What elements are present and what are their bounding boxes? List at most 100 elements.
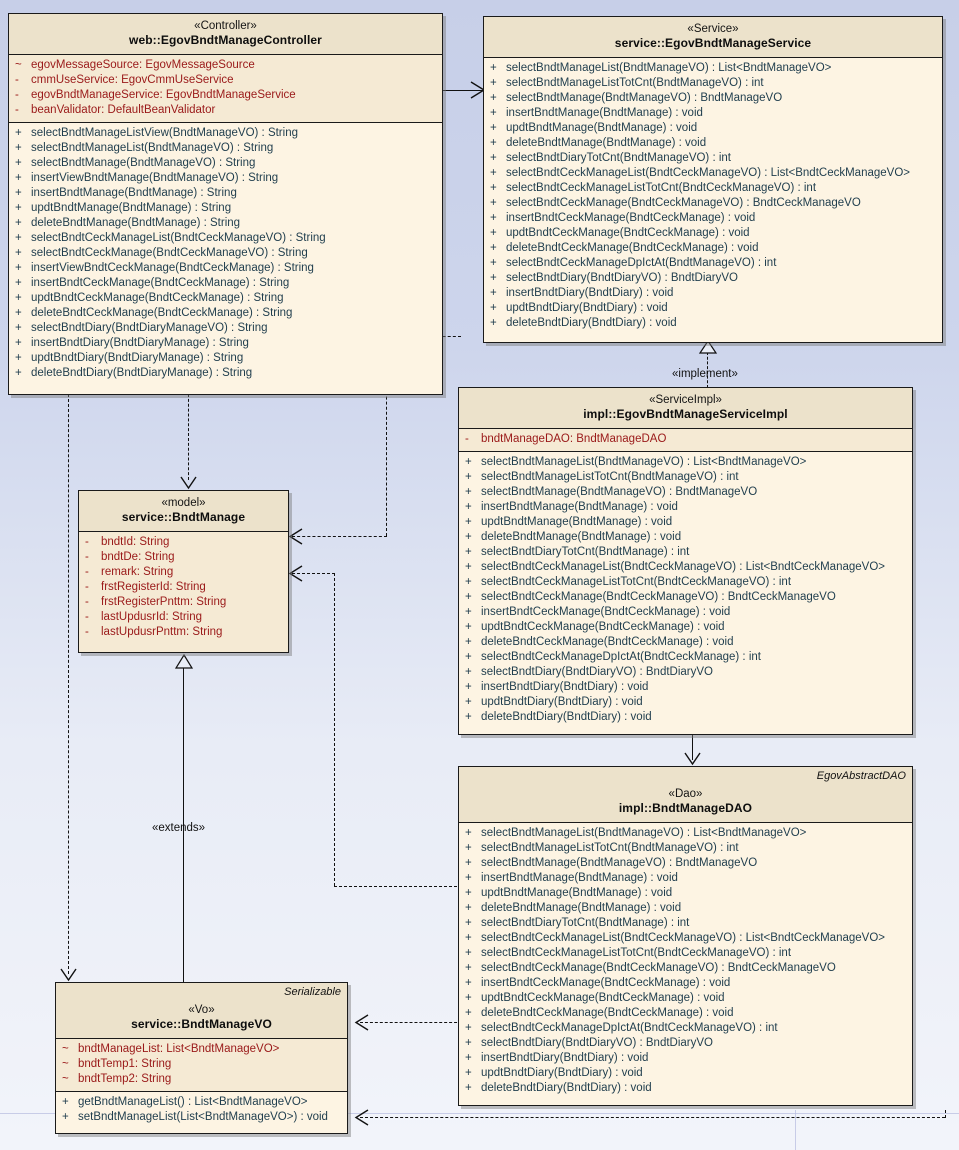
class-stereotype: «Service» [687,23,739,35]
member-visibility: + [490,152,497,164]
member-signature: updtBndtDiary(BndtDiaryManage) : String [31,352,244,364]
member-visibility: + [490,257,497,269]
member-signature: deleteBndtDiary(BndtDiary) : void [506,317,677,329]
class-operations-dao: + selectBndtManageList(BndtManageVO) : Li… [459,823,912,1100]
connector-dao-to-model-bottom [334,886,462,887]
member-visibility: + [15,217,22,229]
connector-impl-to-model-horizontal [292,536,387,537]
class-operation: + updtBndtDiary(BndtDiary) : void [484,301,942,316]
member-signature: updtBndtManage(BndtManage) : String [31,202,232,214]
class-operation: + deleteBndtCeckManage(BndtCeckManage) : … [484,241,942,256]
member-signature: selectBndtCeckManageList(BndtCeckManageV… [31,232,326,244]
member-signature: getBndtManageList() : List<BndtManageVO> [78,1096,308,1108]
member-signature: bndtManageDAO: BndtManageDAO [481,433,667,445]
class-operation: + selectBndtCeckManageList(BndtCeckManage… [9,231,442,246]
class-operation: + deleteBndtCeckManage(BndtCeckManage) : … [9,306,442,321]
class-operation: + deleteBndtDiary(BndtDiary) : void [459,1081,912,1096]
member-visibility: + [465,857,472,869]
class-operation: + deleteBndtCeckManage(BndtCeckManage) : … [459,1006,912,1021]
connector-dao-to-vo-lower-vertical [945,1110,946,1118]
member-signature: selectBndtDiary(BndtDiaryVO) : BndtDiary… [481,666,713,678]
member-signature: deleteBndtCeckManage(BndtCeckManage) : S… [31,307,293,319]
class-operation: + selectBndtCeckManageDpIctAt(BndtCeckMan… [459,1021,912,1036]
member-visibility: + [465,711,472,723]
arrowhead-controller-to-vo [60,968,77,982]
class-attribute: - egovBndtManageService: EgovBndtManageSe… [9,88,442,103]
member-signature: insertBndtCeckManage(BndtCeckManage) : v… [506,212,756,224]
member-signature: beanValidator: DefaultBeanValidator [31,104,216,116]
class-attribute: - remark: String [79,565,288,580]
member-signature: insertBndtManage(BndtManage) : void [481,501,678,513]
class-operation: + selectBndtCeckManageList(BndtCeckManage… [484,166,942,181]
member-signature: selectBndtManageListView(BndtManageVO) :… [31,127,298,139]
class-box-dao[interactable]: EgovAbstractDAO «Dao» impl::BndtManageDA… [458,766,913,1106]
class-operation: + updtBndtManage(BndtManage) : void [484,121,942,136]
class-operation: + selectBndtManageList(BndtManageVO) : Li… [459,826,912,841]
member-visibility: - [85,551,89,563]
class-corner-note-vo: Serializable [284,986,341,998]
class-operations-controller: + selectBndtManageListView(BndtManageVO) … [9,122,442,385]
member-visibility: - [85,626,89,638]
member-visibility: + [465,887,472,899]
class-box-model[interactable]: «model» service::BndtManage - bndtId: Str… [78,490,289,653]
class-attributes-service-impl: - bndtManageDAO: BndtManageDAO [459,429,912,451]
member-signature: selectBndtDiaryTotCnt(BndtManage) : int [481,546,690,558]
member-signature: updtBndtManage(BndtManage) : void [481,516,673,528]
class-box-service[interactable]: «Service» service::EgovBndtManageService… [483,16,943,343]
uml-diagram-canvas: «implement» «extends» «Controller» web::… [0,0,959,1150]
member-signature: selectBndtCeckManageListTotCnt(BndtCeckM… [481,947,792,959]
member-visibility: + [490,227,497,239]
class-operation: + selectBndtCeckManageDpIctAt(BndtCeckMan… [459,650,912,665]
member-visibility: + [465,501,472,513]
member-signature: deleteBndtManage(BndtManage) : void [481,531,682,543]
class-header-service-impl: «ServiceImpl» impl::EgovBndtManageServic… [459,388,912,429]
class-operation: + selectBndtCeckManageDpIctAt(BndtManageV… [484,256,942,271]
class-operation: + selectBndtCeckManage(BndtCeckManageVO) … [9,246,442,261]
member-signature: insertBndtManage(BndtManage) : String [31,187,237,199]
arrowhead-controller-to-model [180,476,197,490]
member-signature: insertBndtManage(BndtManage) : void [506,107,703,119]
member-visibility: - [85,581,89,593]
class-name: service::BndtManageVO [131,1017,272,1031]
class-operation: + insertBndtDiary(BndtDiary) : void [459,1051,912,1066]
member-visibility: + [15,232,22,244]
member-signature: selectBndtDiary(BndtDiaryVO) : BndtDiary… [506,272,738,284]
class-operation: + selectBndtManageListTotCnt(BndtManageVO… [484,76,942,91]
class-box-vo[interactable]: Serializable «Vo» service::BndtManageVO … [55,982,348,1134]
class-operation: + updtBndtCeckManage(BndtCeckManage) : vo… [459,620,912,635]
member-visibility: + [465,486,472,498]
member-visibility: + [465,546,472,558]
member-signature: selectBndtCeckManageListTotCnt(BndtCeckM… [481,576,792,588]
class-box-controller[interactable]: «Controller» web::EgovBndtManageControll… [8,13,443,395]
member-signature: selectBndtManageList(BndtManageVO) : Lis… [481,827,807,839]
member-signature: updtBndtCeckManage(BndtCeckManage) : voi… [481,992,725,1004]
page-guide-vertical [795,1110,796,1150]
member-visibility: + [62,1111,69,1123]
member-signature: insertBndtDiary(BndtDiary) : void [481,681,649,693]
member-signature: egovBndtManageService: EgovBndtManageSer… [31,89,296,101]
member-signature: deleteBndtCeckManage(BndtCeckManage) : v… [481,1007,734,1019]
class-box-service-impl[interactable]: «ServiceImpl» impl::EgovBndtManageServic… [458,387,913,735]
connector-controller-to-vo [68,394,69,974]
member-visibility: + [465,516,472,528]
member-signature: selectBndtDiaryTotCnt(BndtManage) : int [481,917,690,929]
member-visibility: + [465,561,472,573]
class-operation: + insertBndtCeckManage(BndtCeckManage) : … [459,605,912,620]
class-header-model: «model» service::BndtManage [79,491,288,532]
member-signature: insertBndtDiary(BndtDiary) : void [481,1052,649,1064]
member-signature: selectBndtManageList(BndtManageVO) : Lis… [506,62,832,74]
member-visibility: + [465,621,472,633]
member-signature: deleteBndtDiary(BndtDiary) : void [481,1082,652,1094]
member-signature: updtBndtDiary(BndtDiary) : void [481,1067,643,1079]
member-visibility: + [15,307,22,319]
class-operation: + selectBndtDiary(BndtDiaryManageVO) : St… [9,321,442,336]
member-signature: updtBndtManage(BndtManage) : void [481,887,673,899]
class-stereotype: «Vo» [188,1004,215,1016]
member-visibility: + [465,992,472,1004]
member-visibility: + [490,317,497,329]
member-visibility: + [465,932,472,944]
member-signature: bndtTemp1: String [78,1058,172,1070]
member-signature: insertBndtManage(BndtManage) : void [481,872,678,884]
class-name: service::EgovBndtManageService [614,36,812,50]
connector-label-implement: «implement» [672,368,738,380]
